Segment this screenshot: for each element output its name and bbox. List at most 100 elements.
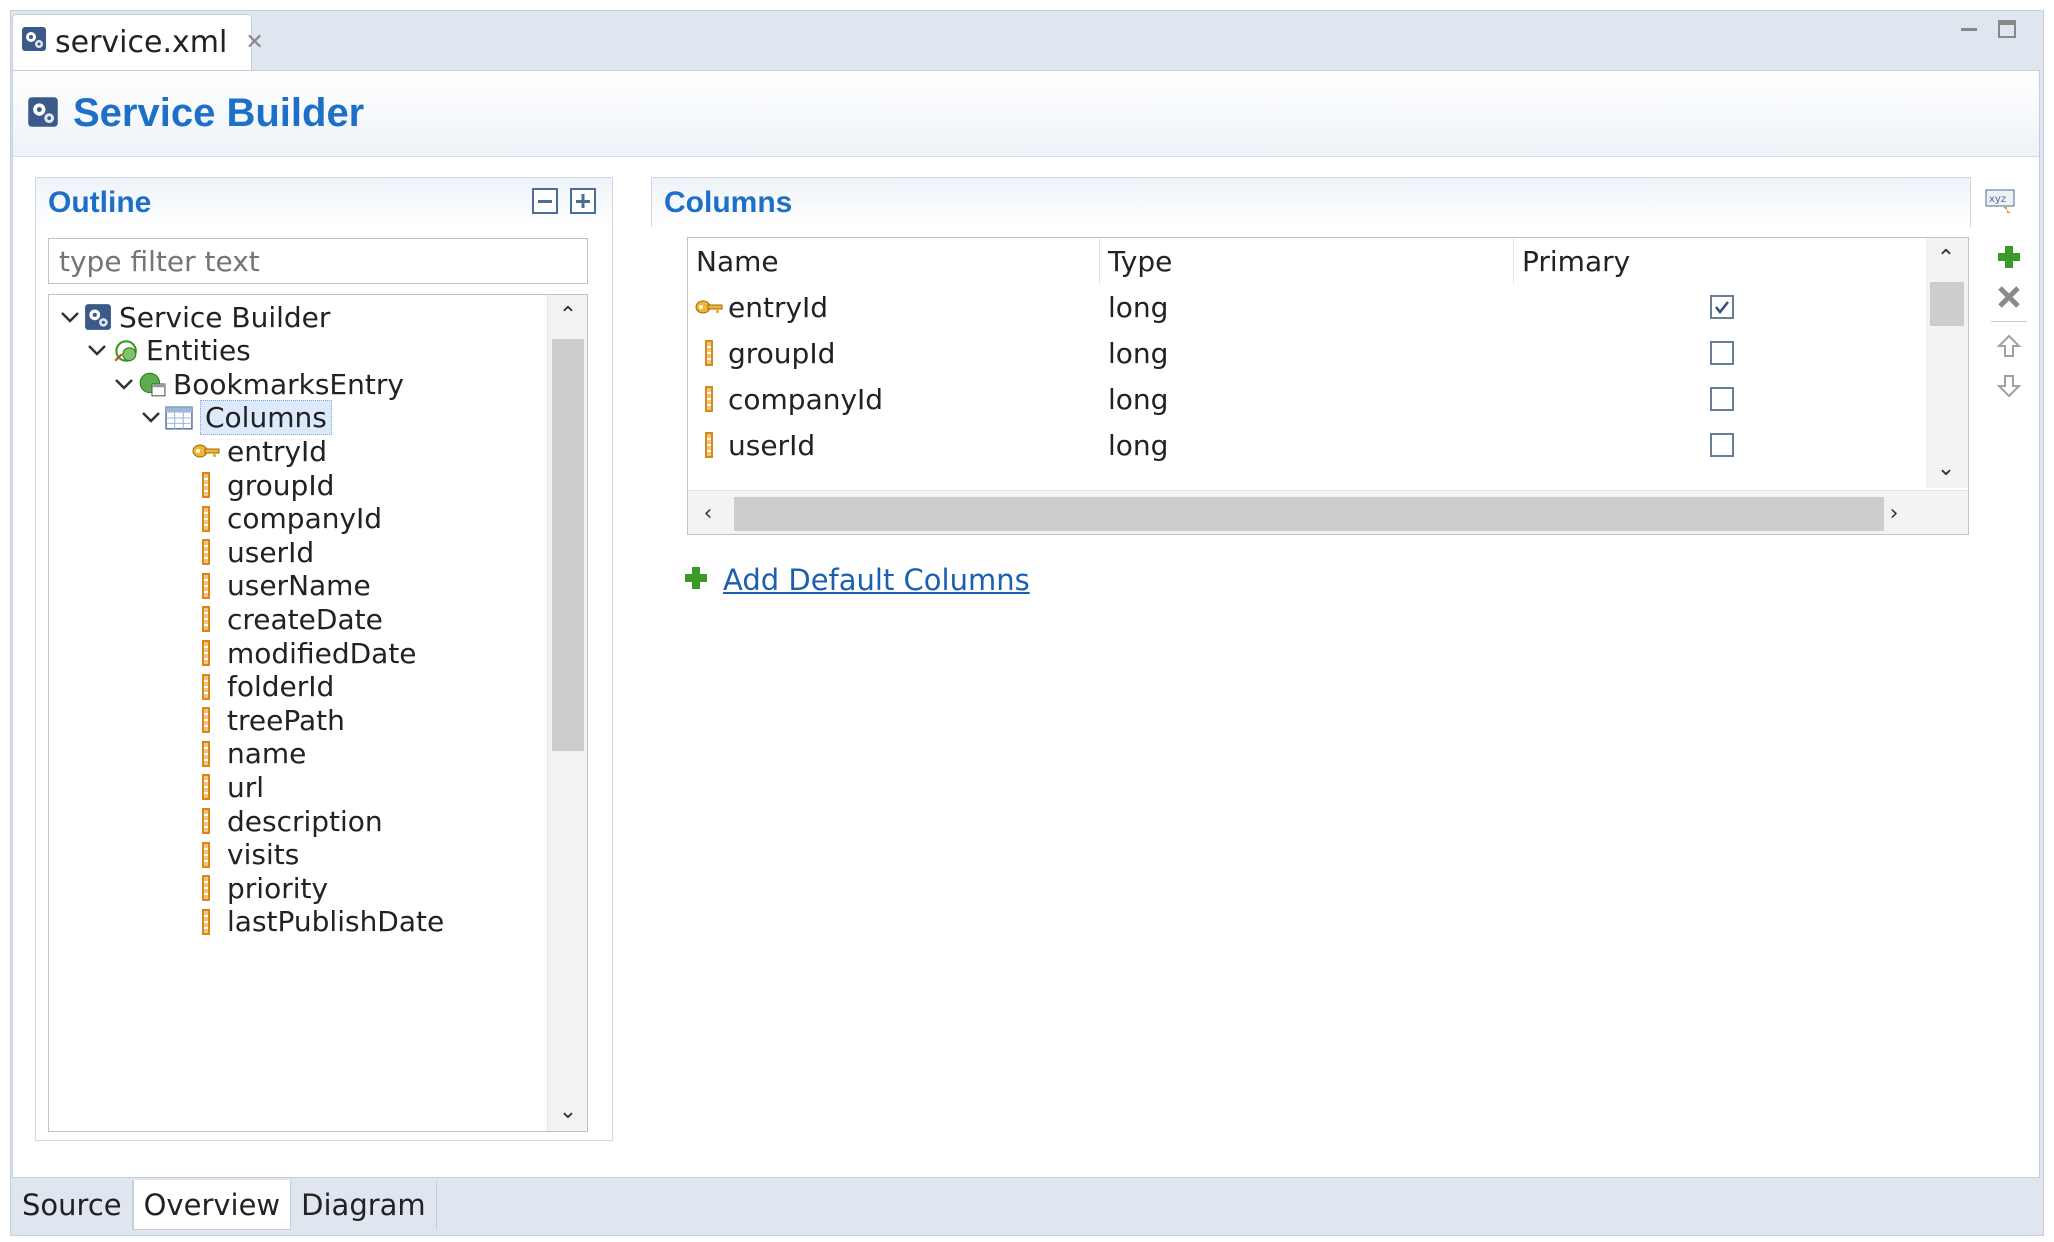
column-icon xyxy=(191,672,221,702)
tree-item-label: visits xyxy=(227,838,300,872)
add-default-columns-link[interactable]: Add Default Columns xyxy=(723,563,1030,597)
outline-filter-input[interactable] xyxy=(48,238,588,284)
column-icon xyxy=(191,705,221,735)
expand-all-icon[interactable] xyxy=(570,188,596,222)
editor-tab-service-xml[interactable]: service.xml ✕ xyxy=(12,14,264,70)
columns-section: Columns xyz Name Type Primary entryId lon… xyxy=(651,177,2031,1127)
columns-header: Columns xyxy=(651,177,1971,227)
cell-name[interactable]: userId xyxy=(728,422,815,468)
primary-checkbox[interactable] xyxy=(1710,341,1734,365)
tree-item-label: userName xyxy=(227,569,371,603)
remove-column-icon[interactable] xyxy=(1989,277,2029,317)
primary-cell xyxy=(1710,284,1734,330)
svg-text:xyz: xyz xyxy=(1989,194,2006,205)
column-icon xyxy=(692,376,726,422)
tree-item-label: priority xyxy=(227,871,329,905)
tree-item[interactable]: lastPublishDate xyxy=(165,902,444,942)
scroll-up-icon[interactable]: ⌃ xyxy=(1926,238,1966,278)
tab-overview[interactable]: Overview xyxy=(132,1180,292,1230)
page-header: Service Builder xyxy=(13,71,2039,157)
primary-checkbox[interactable] xyxy=(1710,433,1734,457)
tree-item-label: entryId xyxy=(227,434,328,468)
outline-title: Outline xyxy=(48,186,152,219)
primary-key-icon xyxy=(191,436,221,466)
table-hscroll-thumb[interactable] xyxy=(734,497,1884,531)
entities-icon xyxy=(110,336,140,366)
chevron-down-icon[interactable] xyxy=(84,338,110,363)
editor-tab-label: service.xml xyxy=(55,25,228,60)
column-icon xyxy=(191,638,221,668)
columns-title: Columns xyxy=(664,185,793,219)
maximize-icon[interactable] xyxy=(1996,18,2018,40)
service-builder-gear-icon xyxy=(83,302,113,332)
outline-scroll-thumb[interactable] xyxy=(552,339,584,751)
column-icon xyxy=(191,739,221,769)
collapse-all-icon[interactable] xyxy=(532,188,558,222)
primary-cell xyxy=(1710,376,1734,422)
column-icon xyxy=(191,537,221,567)
scroll-down-icon[interactable]: ⌄ xyxy=(548,1091,587,1131)
table-row[interactable]: userId long xyxy=(688,422,1928,468)
primary-checkbox-checked[interactable] xyxy=(1710,295,1734,319)
scroll-down-icon[interactable]: ⌄ xyxy=(1926,448,1966,488)
tree-item-label: Columns xyxy=(200,400,332,436)
table-row[interactable]: groupId long xyxy=(688,330,1928,376)
cell-name[interactable]: entryId xyxy=(728,284,828,330)
chevron-down-icon[interactable] xyxy=(138,405,164,430)
entity-icon xyxy=(137,369,167,399)
minimize-icon[interactable] xyxy=(1958,18,1980,40)
table-vertical-scrollbar[interactable]: ⌃ ⌄ xyxy=(1926,238,1968,488)
tree-item-label: description xyxy=(227,804,383,838)
outline-header: Outline xyxy=(36,178,612,228)
add-default-columns[interactable]: Add Default Columns xyxy=(683,563,1030,597)
column-icon xyxy=(191,504,221,534)
cell-name[interactable]: groupId xyxy=(728,330,835,376)
move-up-icon[interactable] xyxy=(1989,326,2029,366)
close-icon[interactable]: ✕ xyxy=(245,30,263,55)
scroll-up-icon[interactable]: ⌃ xyxy=(548,295,587,335)
tree-item-label: treePath xyxy=(227,703,345,737)
scroll-left-icon[interactable]: ‹ xyxy=(688,493,728,533)
header-primary[interactable]: Primary xyxy=(1514,238,1928,284)
tree-item-label: groupId xyxy=(227,468,335,502)
outline-section: Outline Service BuilderEntitiesBookmarks… xyxy=(35,177,613,1141)
column-icon xyxy=(191,604,221,634)
outline-tree: Service Builder Entities BookmarksEntry Col… xyxy=(48,294,588,1132)
column-icon xyxy=(692,330,726,376)
xml-sort-icon[interactable]: xyz xyxy=(1985,189,2015,219)
service-builder-gear-icon xyxy=(21,25,47,60)
tree-item-label: userId xyxy=(227,535,315,569)
column-icon xyxy=(191,772,221,802)
tab-diagram[interactable]: Diagram xyxy=(291,1180,437,1230)
column-icon xyxy=(191,470,221,500)
table-scroll-thumb[interactable] xyxy=(1930,282,1964,326)
cell-type[interactable]: long xyxy=(1108,376,1168,422)
editor-body: Service Builder Outline Service BuilderE… xyxy=(12,70,2040,1178)
move-down-icon[interactable] xyxy=(1989,366,2029,406)
cell-name[interactable]: companyId xyxy=(728,376,883,422)
scroll-right-icon[interactable]: › xyxy=(1874,493,1914,533)
chevron-down-icon[interactable] xyxy=(57,305,83,330)
column-icon xyxy=(191,873,221,903)
cell-type[interactable]: long xyxy=(1108,330,1168,376)
column-icon xyxy=(191,840,221,870)
tab-source[interactable]: Source xyxy=(12,1180,133,1230)
add-column-icon[interactable] xyxy=(1989,237,2029,277)
primary-checkbox[interactable] xyxy=(1710,387,1734,411)
header-name[interactable]: Name xyxy=(688,238,1100,284)
cell-type[interactable]: long xyxy=(1108,422,1168,468)
page-title: Service Builder xyxy=(73,91,365,135)
cell-type[interactable]: long xyxy=(1108,284,1168,330)
tree-item-label: BookmarksEntry xyxy=(173,367,404,401)
editor-page-tabs: Source Overview Diagram xyxy=(12,1180,437,1230)
outline-vertical-scrollbar[interactable]: ⌃ ⌄ xyxy=(547,295,587,1131)
add-icon xyxy=(683,565,709,595)
table-horizontal-scrollbar[interactable]: ‹ › xyxy=(688,490,1968,534)
tree-item-label: Service Builder xyxy=(119,300,331,334)
table-row[interactable]: companyId long xyxy=(688,376,1928,422)
header-type[interactable]: Type xyxy=(1100,238,1514,284)
chevron-down-icon[interactable] xyxy=(111,372,137,397)
tree-item-label: companyId xyxy=(227,502,383,536)
table-row[interactable]: entryId long xyxy=(688,284,1928,330)
primary-cell xyxy=(1710,422,1734,468)
